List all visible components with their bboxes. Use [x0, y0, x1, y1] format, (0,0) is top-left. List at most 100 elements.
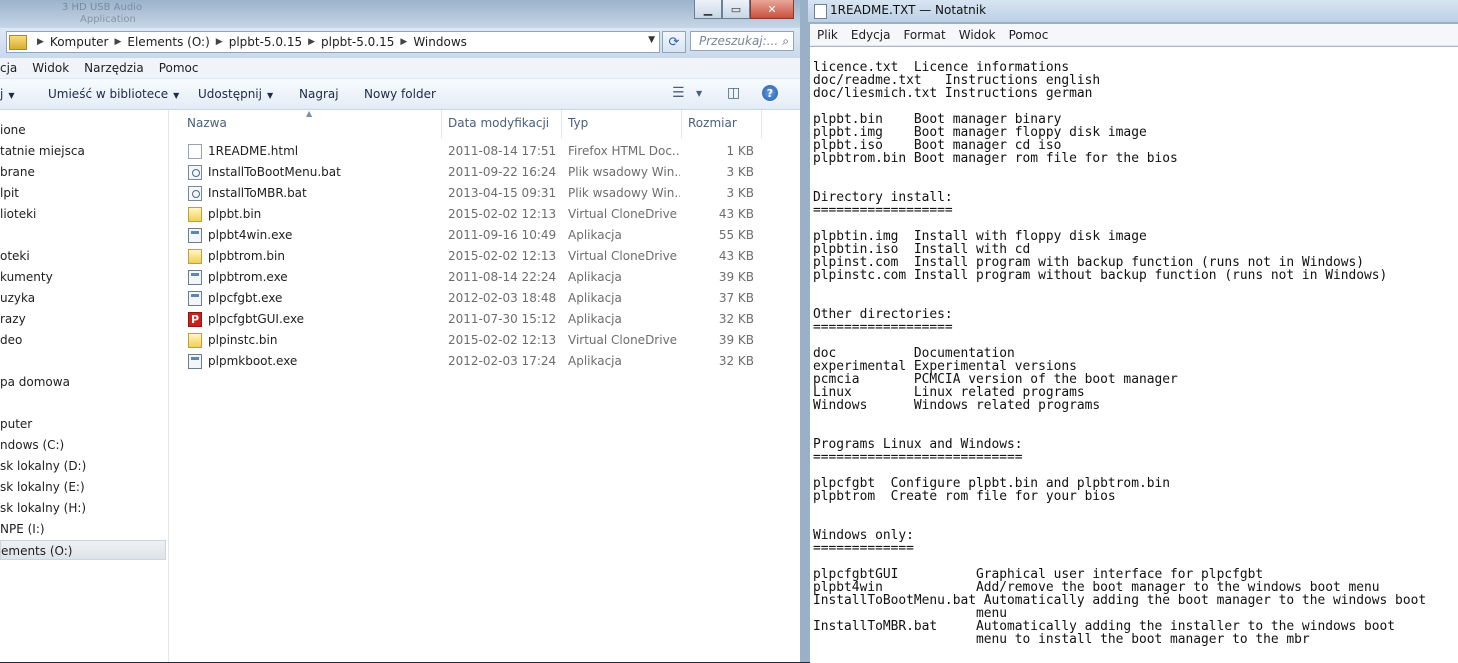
menu-tools[interactable]: Narzędzia: [84, 61, 144, 75]
table-row[interactable]: plpbtrom.bin 2015-02-02 12:13 Virtual Cl…: [184, 246, 784, 267]
table-row[interactable]: plpbt.bin 2015-02-02 12:13 Virtual Clone…: [184, 204, 784, 225]
table-row[interactable]: InstallToBootMenu.bat 2011-09-22 16:24 P…: [184, 162, 784, 183]
table-row[interactable]: plpcfgbt.exe 2012-02-03 18:48 Aplikacja …: [184, 288, 784, 309]
breadcrumb-plpbt[interactable]: plpbt-5.0.15: [229, 35, 302, 49]
nav-item-drive-c[interactable]: ndows (C:): [0, 435, 166, 455]
file-size: 43 KB: [718, 207, 754, 221]
nav-item-libraries[interactable]: lioteki: [0, 204, 166, 224]
chevron-right-icon[interactable]: ▶: [308, 37, 315, 47]
column-header-type[interactable]: Typ: [568, 115, 588, 137]
menu-edit[interactable]: Edycja: [851, 28, 891, 42]
nav-item-drive-d[interactable]: sk lokalny (D:): [0, 456, 166, 476]
column-divider[interactable]: [441, 110, 442, 138]
address-row: ▶ Komputer ▶ Elements (O:) ▶ plpbt-5.0.1…: [0, 28, 800, 58]
nav-item-documents[interactable]: kumenty: [0, 267, 166, 287]
table-row[interactable]: plpbtrom.exe 2011-08-14 22:24 Aplikacja …: [184, 267, 784, 288]
table-row[interactable]: 1README.html 2011-08-14 17:51 Firefox HT…: [184, 141, 784, 162]
nav-item-desktop[interactable]: lpit: [0, 183, 166, 203]
minimize-button[interactable]: ▁: [694, 0, 722, 19]
batch-file-icon: [188, 165, 202, 180]
text-line: doc/liesmich.txt Instructions german: [813, 86, 1093, 101]
chevron-right-icon[interactable]: ▶: [114, 37, 121, 47]
menu-view[interactable]: Widok: [959, 28, 996, 42]
chevron-right-icon[interactable]: ▶: [400, 37, 407, 47]
breadcrumb-elements[interactable]: Elements (O:): [127, 35, 209, 49]
nav-item-recent-places[interactable]: tatnie miejsca: [0, 141, 166, 161]
folder-icon: [9, 34, 27, 50]
new-folder-button[interactable]: Nowy folder: [364, 87, 436, 101]
nav-item-computer[interactable]: puter: [0, 414, 166, 434]
address-bar[interactable]: ▶ Komputer ▶ Elements (O:) ▶ plpbt-5.0.1…: [6, 31, 660, 53]
notepad-icon: [814, 4, 827, 19]
nav-item-drive-e[interactable]: sk lokalny (E:): [0, 477, 166, 497]
file-type: Virtual CloneDrive: [568, 333, 678, 347]
nav-item-homegroup[interactable]: pa domowa: [0, 372, 166, 392]
notepad-text-area[interactable]: licence.txt Licence informations doc/read…: [810, 46, 1458, 663]
menu-file[interactable]: Plik: [817, 28, 838, 42]
organize-label: j: [0, 87, 4, 101]
table-row[interactable]: plpmkboot.exe 2012-02-03 17:24 Aplikacja…: [184, 351, 784, 372]
file-date: 2012-02-03 18:48: [448, 291, 557, 305]
file-date: 2011-08-14 22:24: [448, 270, 557, 284]
table-row[interactable]: plpinstc.bin 2015-02-02 12:13 Virtual Cl…: [184, 330, 784, 351]
nav-item-drive-i[interactable]: NPE (I:): [0, 519, 166, 539]
close-button[interactable]: ✕: [750, 0, 794, 19]
nav-item-music[interactable]: uzyka: [0, 288, 166, 308]
minimize-icon: ▁: [703, 2, 713, 16]
file-size: 3 KB: [726, 165, 754, 179]
maximize-icon: ▭: [730, 2, 742, 16]
refresh-button[interactable]: ⟳: [662, 31, 686, 53]
maximize-button[interactable]: ▭: [722, 0, 750, 19]
view-options-icon[interactable]: ☰: [672, 85, 685, 101]
file-name: plpcfgbtGUI.exe: [208, 312, 305, 326]
nav-item-videos[interactable]: deo: [0, 330, 166, 350]
chevron-down-icon[interactable]: ▼: [648, 35, 655, 45]
menu-format[interactable]: Format: [903, 28, 945, 42]
library-label: Umieść w bibliotece: [48, 87, 169, 101]
file-size: 43 KB: [718, 249, 754, 263]
menu-help[interactable]: Pomoc: [159, 61, 199, 75]
table-row[interactable]: InstallToMBR.bat 2013-04-15 09:31 Plik w…: [184, 183, 784, 204]
file-type: Aplikacja: [568, 291, 622, 305]
chevron-right-icon[interactable]: ▶: [216, 37, 223, 47]
table-row[interactable]: plpbt4win.exe 2011-09-16 10:49 Aplikacja…: [184, 225, 784, 246]
nav-item-favorites[interactable]: ione: [0, 120, 166, 140]
column-divider[interactable]: [761, 110, 762, 138]
breadcrumb-windows[interactable]: Windows: [413, 35, 467, 49]
column-divider[interactable]: [681, 110, 682, 138]
title-ghost-text: 3 HD USB Audio: [62, 2, 143, 13]
burn-button[interactable]: Nagraj: [299, 87, 339, 101]
file-name: plpinstc.bin: [208, 333, 278, 347]
help-icon[interactable]: ?: [762, 85, 778, 101]
nav-item-downloads[interactable]: brane: [0, 162, 166, 182]
chevron-down-icon[interactable]: ▼: [696, 89, 702, 98]
menu-edit[interactable]: cja: [0, 61, 17, 75]
notepad-menu-bar: Plik Edycja Format Widok Pomoc: [810, 24, 1458, 46]
column-divider[interactable]: [561, 110, 562, 138]
chevron-down-icon: ▼: [266, 91, 274, 100]
nav-item-libraries-group[interactable]: oteki: [0, 246, 166, 266]
exe-file-icon: [188, 291, 202, 306]
search-input[interactable]: Przeszukaj:... ⌕: [690, 31, 794, 51]
column-header-size[interactable]: Rozmiar: [688, 115, 737, 137]
menu-help[interactable]: Pomoc: [1009, 28, 1049, 42]
nav-item-pictures[interactable]: razy: [0, 309, 166, 329]
file-name: plpbtrom.exe: [208, 270, 288, 284]
column-header-date[interactable]: Data modyfikacji: [448, 115, 549, 137]
table-row[interactable]: P plpcfgbtGUI.exe 2011-07-30 15:12 Aplik…: [184, 309, 784, 330]
preview-pane-icon[interactable]: ◫: [727, 85, 740, 101]
nav-item-drive-o[interactable]: ements (O:): [0, 540, 166, 560]
file-date: 2015-02-02 12:13: [448, 333, 557, 347]
menu-view[interactable]: Widok: [32, 61, 69, 75]
refresh-icon: ⟳: [668, 34, 680, 50]
file-type: Virtual CloneDrive: [568, 207, 678, 221]
file-date: 2015-02-02 12:13: [448, 249, 557, 263]
organize-button[interactable]: j ▼: [0, 87, 15, 101]
file-type: Plik wsadowy Win...: [568, 186, 680, 200]
include-in-library-button[interactable]: Umieść w bibliotece ▼: [48, 87, 179, 101]
breadcrumb-computer[interactable]: Komputer: [50, 35, 109, 49]
share-button[interactable]: Udostępnij ▼: [198, 87, 273, 101]
breadcrumb-plpbt-inner[interactable]: plpbt-5.0.15: [321, 35, 394, 49]
nav-item-drive-h[interactable]: sk lokalny (H:): [0, 498, 166, 518]
column-header-name[interactable]: Nazwa: [187, 115, 227, 137]
